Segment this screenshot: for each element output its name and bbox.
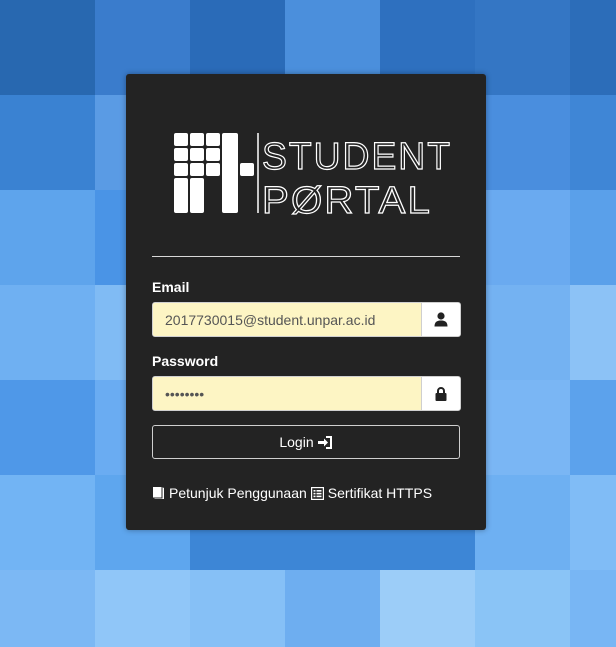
user-icon [434,312,448,327]
login-button[interactable]: Login [152,425,460,459]
book-icon [153,487,164,499]
login-card: STUDENT PØRTAL Email Password Login [126,74,486,530]
password-field[interactable] [153,377,421,410]
email-field-group [152,302,461,337]
password-label: Password [152,353,219,369]
email-field[interactable] [153,303,421,336]
help-links: Petunjuk Penggunaan Sertifikat HTTPS [152,485,436,501]
password-addon [421,377,460,410]
email-label: Email [152,279,190,295]
student-portal-logo: STUDENT PØRTAL [174,129,459,223]
link-sertifikat-label: Sertifikat HTTPS [327,485,433,501]
list-alt-icon [310,486,324,500]
email-addon [421,303,460,336]
link-sertifikat-https[interactable]: Sertifikat HTTPS [310,485,433,501]
sign-in-icon [317,435,332,449]
password-field-group [152,376,461,411]
logo-title-line2: PØRTAL [262,180,432,219]
login-button-label: Login [279,434,314,450]
logo-mark: STUDENT PØRTAL [174,133,452,223]
lock-icon [435,386,447,401]
link-petunjuk-label: Petunjuk Penggunaan [169,485,307,501]
logo-title-line1: STUDENT [262,136,452,178]
link-petunjuk-penggunaan[interactable]: Petunjuk Penggunaan [152,485,307,501]
logo-divider [152,256,460,257]
